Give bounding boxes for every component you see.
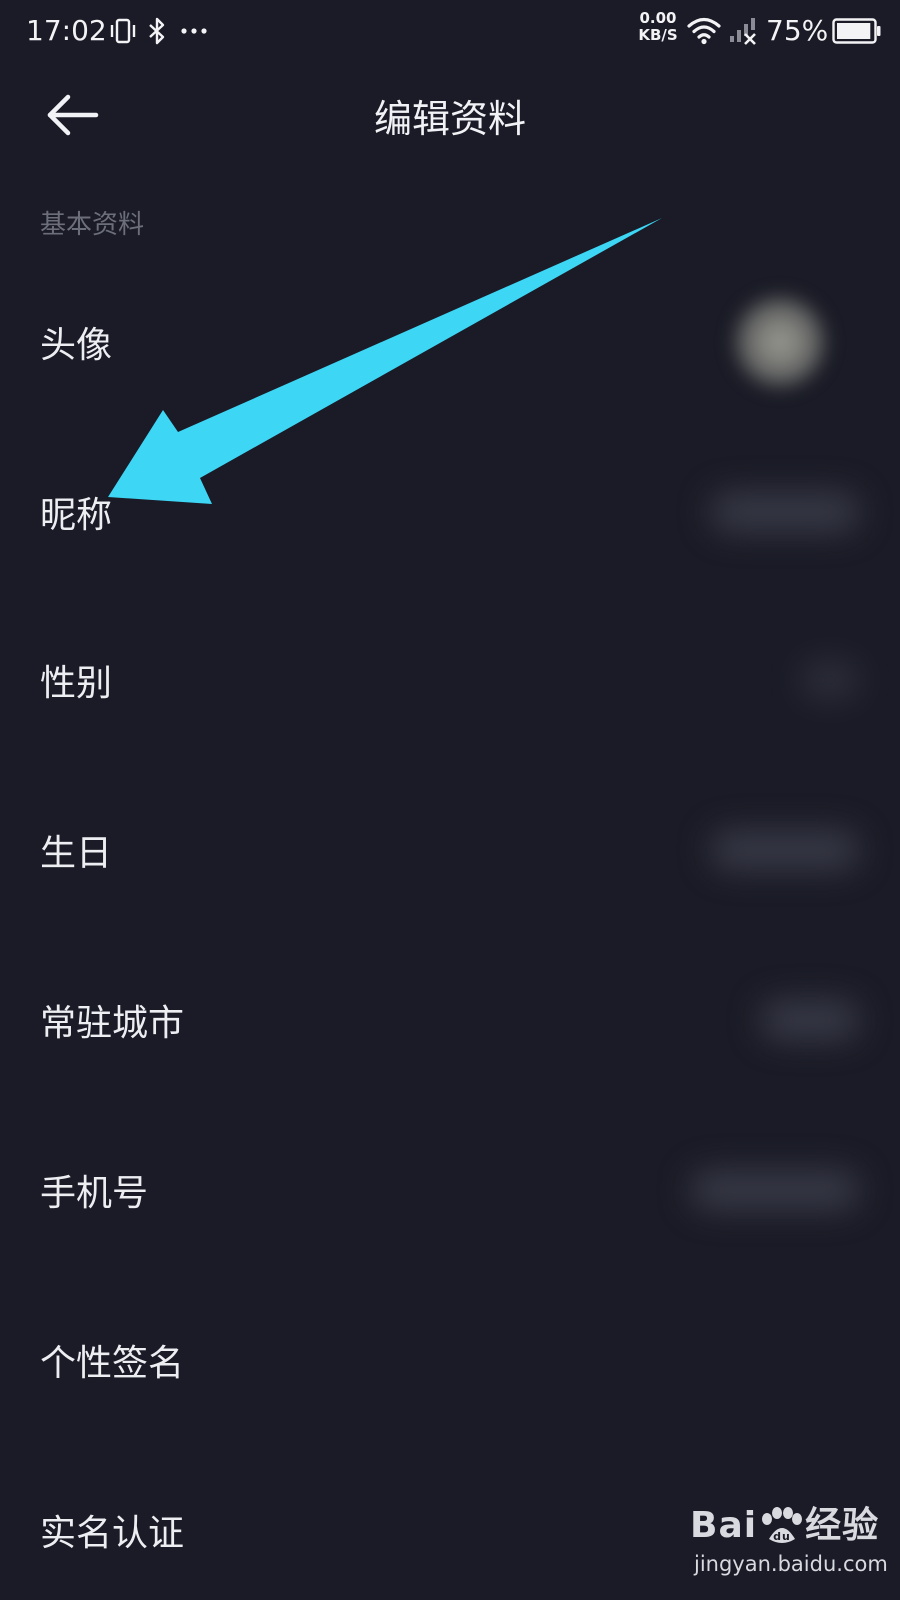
battery-percent: 75%: [766, 14, 829, 47]
nickname-value: [710, 492, 860, 532]
row-avatar[interactable]: 头像: [0, 262, 900, 422]
city-value: [760, 1000, 860, 1040]
gender-value: [800, 660, 860, 700]
battery-icon: [832, 18, 881, 44]
row-label: 性别: [40, 663, 113, 704]
watermark-brand: Bai du 经验: [690, 1496, 879, 1548]
row-gender[interactable]: 性别: [0, 600, 900, 760]
baidu-jingyan-watermark: Bai du 经验 jingyan.baidu.com: [690, 1478, 890, 1588]
watermark-brand-right: 经验: [805, 1505, 880, 1546]
vibrate-icon: [110, 18, 136, 44]
row-label: 生日: [40, 833, 113, 874]
row-label: 实名认证: [40, 1513, 185, 1554]
net-speed-unit: KB/S: [638, 26, 678, 44]
row-label: 个性签名: [40, 1343, 185, 1384]
signal-icon: [730, 18, 756, 45]
paw-logo-icon: du: [762, 1507, 803, 1543]
net-speed: 0.00 KB/S: [636, 10, 680, 44]
row-birthday[interactable]: 生日: [0, 770, 900, 930]
row-label: 昵称: [40, 495, 113, 536]
row-phone[interactable]: 手机号: [0, 1110, 900, 1270]
status-bar: 17:02 0.00 KB/S 75%: [0, 0, 900, 64]
page-title: 编辑资料: [373, 97, 526, 141]
wifi-icon: [687, 17, 721, 45]
watermark-brand-left: Bai: [690, 1505, 758, 1546]
phone-value: [690, 1170, 860, 1210]
section-label-basic-info: 基本资料: [40, 210, 145, 240]
row-city[interactable]: 常驻城市: [0, 940, 900, 1100]
row-signature[interactable]: 个性签名: [0, 1280, 900, 1440]
avatar: [730, 292, 830, 392]
watermark-url: jingyan.baidu.com: [694, 1552, 888, 1576]
row-label: 常驻城市: [40, 1003, 185, 1044]
row-label: 头像: [40, 325, 113, 366]
edit-profile-screen: 17:02 0.00 KB/S 75% 编辑资料 基本资料 头像 昵称 性别 生…: [0, 0, 900, 1600]
net-speed-value: 0.00: [639, 9, 677, 27]
birthday-value: [710, 830, 860, 870]
row-label: 手机号: [40, 1173, 149, 1214]
row-nickname[interactable]: 昵称: [0, 432, 900, 592]
status-time: 17:02: [26, 14, 107, 47]
bluetooth-icon: [149, 17, 165, 45]
svg-text:du: du: [773, 1530, 791, 1543]
more-dots-icon: [181, 28, 207, 34]
